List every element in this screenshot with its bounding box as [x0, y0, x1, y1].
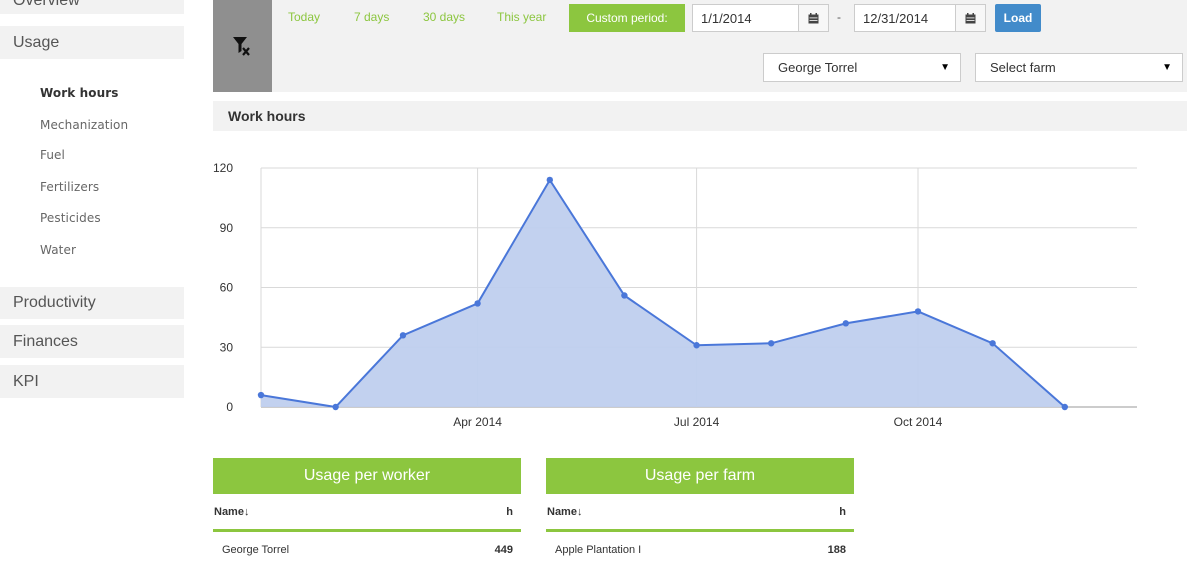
- col-unit-header: h: [839, 505, 846, 518]
- work-hours-chart: 0 30 60 90 120 Apr 2014 Jul 2014 Oct 2014: [213, 161, 1137, 429]
- table-header-row[interactable]: Name↓ h: [213, 494, 521, 532]
- nav-productivity[interactable]: Productivity: [0, 287, 184, 319]
- date-separator: -: [837, 10, 841, 24]
- data-point: [332, 403, 339, 411]
- row-value: 449: [494, 544, 513, 556]
- date-from-input[interactable]: 1/1/2014: [692, 4, 799, 32]
- row-name: Apple Plantation I: [555, 544, 642, 556]
- nav-kpi[interactable]: KPI: [0, 365, 184, 398]
- nav-usage-label: Usage: [13, 33, 60, 51]
- y-tick-label: 30: [220, 340, 234, 354]
- data-point: [546, 176, 553, 184]
- data-point: [257, 391, 265, 399]
- data-point: [1061, 403, 1069, 411]
- date-to-input[interactable]: 12/31/2014: [854, 4, 956, 32]
- table-row: George Torrel 449: [213, 532, 521, 565]
- nav-finances-label: Finances: [13, 332, 78, 350]
- period-this-year[interactable]: This year: [497, 10, 546, 24]
- nav-finances[interactable]: Finances: [0, 325, 184, 358]
- sidebar: Overview Usage Work hours Mechanization …: [0, 0, 200, 565]
- data-point: [693, 342, 700, 349]
- col-name-header[interactable]: Name↓: [547, 506, 582, 518]
- date-to-calendar-button[interactable]: [956, 4, 986, 32]
- x-tick-label: Apr 2014: [453, 415, 502, 429]
- period-today[interactable]: Today: [288, 10, 320, 24]
- y-tick-label: 0: [226, 400, 233, 414]
- x-tick-label: Oct 2014: [894, 415, 943, 429]
- usage-per-worker-table: Usage per worker Name↓ h George Torrel 4…: [213, 458, 521, 565]
- calendar-icon: [808, 12, 819, 23]
- data-point: [914, 308, 922, 315]
- x-tick-label: Jul 2014: [674, 415, 720, 429]
- col-name-header[interactable]: Name↓: [214, 506, 249, 518]
- table-title: Usage per worker: [213, 458, 521, 494]
- farm-select-value: Select farm: [990, 60, 1056, 75]
- nav-sub-fertilizers[interactable]: Fertilizers: [40, 180, 99, 194]
- nav-overview[interactable]: Overview: [0, 0, 184, 14]
- nav-sub-water[interactable]: Water: [40, 243, 76, 257]
- usage-per-farm-table: Usage per farm Name↓ h Apple Plantation …: [546, 458, 854, 565]
- data-point: [767, 340, 775, 347]
- calendar-icon: [965, 12, 976, 23]
- table-title: Usage per farm: [546, 458, 854, 494]
- dropdown-arrow-icon: ▼: [1162, 62, 1172, 73]
- nav-sub-work-hours[interactable]: Work hours: [40, 86, 119, 100]
- date-from-calendar-button[interactable]: [799, 4, 829, 32]
- clear-filter-button[interactable]: [213, 0, 272, 92]
- col-unit-header: h: [506, 505, 513, 518]
- data-point: [989, 340, 996, 347]
- y-tick-label: 120: [213, 161, 233, 175]
- data-point: [399, 332, 407, 339]
- chart-y-ticks: 0 30 60 90 120: [213, 161, 233, 414]
- filter-clear-icon: [232, 37, 250, 56]
- nav-sub-mechanization[interactable]: Mechanization: [40, 118, 128, 132]
- table-row: Apple Plantation I 188: [546, 532, 854, 565]
- nav-sub-pesticides[interactable]: Pesticides: [40, 211, 101, 225]
- row-name: George Torrel: [222, 544, 290, 556]
- worker-select-value: George Torrel: [778, 60, 858, 75]
- period-7-days[interactable]: 7 days: [354, 10, 389, 24]
- section-title: Work hours: [213, 101, 1187, 131]
- y-tick-label: 60: [220, 281, 234, 295]
- table-header-row[interactable]: Name↓ h: [546, 494, 854, 532]
- custom-period-button[interactable]: Custom period:: [569, 4, 685, 32]
- load-button[interactable]: Load: [995, 4, 1041, 32]
- chart-area: [261, 180, 1065, 407]
- filter-bar: Today 7 days 30 days This year Custom pe…: [213, 0, 1187, 92]
- farm-select[interactable]: Select farm ▼: [975, 53, 1183, 82]
- worker-select[interactable]: George Torrel ▼: [763, 53, 961, 82]
- nav-productivity-label: Productivity: [13, 294, 96, 311]
- data-point: [842, 320, 850, 327]
- nav-kpi-label: KPI: [13, 372, 39, 390]
- y-tick-label: 90: [220, 221, 234, 235]
- data-point: [474, 300, 481, 307]
- data-point: [621, 292, 628, 299]
- period-30-days[interactable]: 30 days: [423, 10, 465, 24]
- nav-sub-fuel[interactable]: Fuel: [40, 148, 65, 162]
- nav-overview-label: Overview: [13, 0, 80, 9]
- nav-usage[interactable]: Usage: [0, 26, 184, 59]
- row-value: 188: [827, 544, 846, 556]
- chart-x-ticks: Apr 2014 Jul 2014 Oct 2014: [453, 415, 942, 429]
- dropdown-arrow-icon: ▼: [940, 62, 950, 73]
